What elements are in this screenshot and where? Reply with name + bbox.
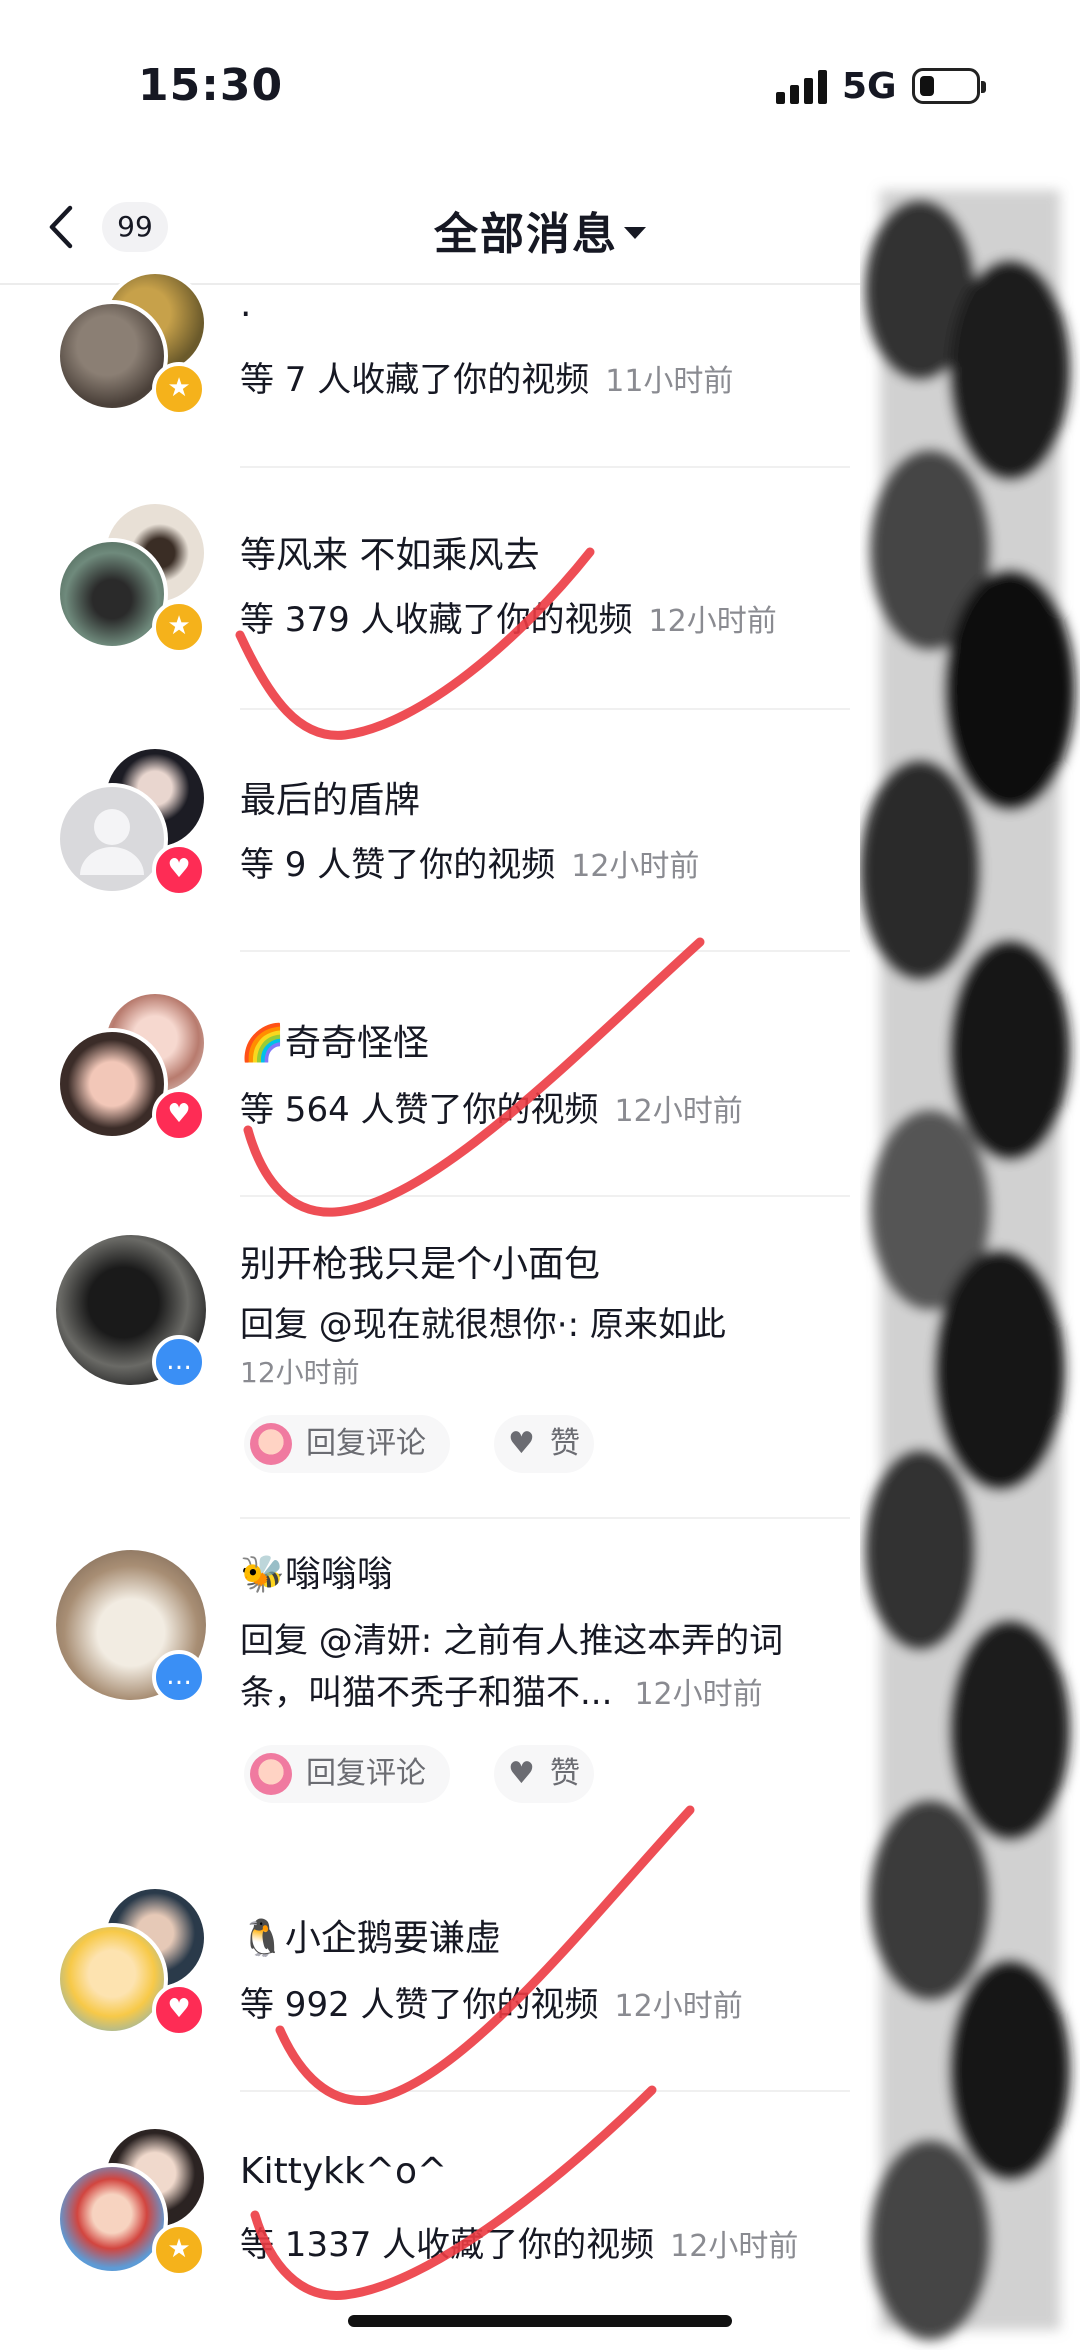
notification-item[interactable]: ★ · 等 7 人收藏了你的视频 11小时前 [0,270,870,470]
sender-name: Kittykk^o^ [240,2151,448,2192]
notification-time: 12小时前 [648,604,777,639]
divider [240,466,850,468]
like-button[interactable]: ♥ 赞 [494,1745,594,1803]
sender-name: 等风来 不如乘风去 [240,535,540,576]
avatar [250,1423,292,1465]
notification-text: 等 379 人收藏了你的视频 12小时前 [240,600,777,640]
sender-name: · [240,294,252,335]
bee-icon: 🐝 [240,1554,285,1595]
notification-text: 条，叫猫不秃子和猫不... 12小时前 [240,1673,763,1713]
signal-icon [776,70,828,104]
divider [240,708,850,710]
notification-time: 12小时前 [240,1356,360,1389]
home-indicator [348,2315,732,2327]
avatar[interactable]: … [56,1550,206,1704]
status-time: 15:30 [138,60,284,111]
divider [240,950,850,952]
reply-comment-button[interactable]: 回复评论 [244,1415,450,1473]
page-title: 全部消息 [434,209,618,260]
page-title-dropdown[interactable]: 全部消息 [434,198,646,262]
heart-icon: ♥ [508,1756,535,1791]
star-icon: ★ [152,2223,206,2277]
heart-icon: ♥ [152,1983,206,2037]
notification-item[interactable]: ♥ 🌈奇奇怪怪 等 564 人赞了你的视频 12小时前 [0,990,870,1197]
status-bar: 15:30 5G [0,0,1080,170]
notification-text: 回复 @现在就很想你·: 原来如此 [240,1305,726,1345]
redaction-scribble [860,190,1075,2340]
notification-item[interactable]: … 别开枪我只是个小面包 回复 @现在就很想你·: 原来如此 12小时前 回复评… [0,1235,870,1519]
avatar[interactable]: ★ [56,270,208,430]
notification-time: 12小时前 [634,1677,763,1712]
rainbow-icon: 🌈 [240,1023,285,1064]
avatar [250,1753,292,1795]
notification-text: 等 1337 人收藏了你的视频 12小时前 [240,2225,799,2265]
sender-name: 最后的盾牌 [240,780,421,821]
notification-text: 等 564 人赞了你的视频 12小时前 [240,1090,743,1130]
notification-time: 12小时前 [670,2229,799,2264]
caret-down-icon [624,227,646,239]
notification-time: 12小时前 [571,849,700,884]
sender-name: 🌈奇奇怪怪 [240,1023,429,1064]
sender-name: 🐧小企鹅要谦虚 [240,1918,501,1959]
avatar[interactable]: ★ [56,500,208,654]
divider [240,1517,850,1519]
sender-name: 🐝嗡嗡嗡 [240,1554,393,1595]
like-button[interactable]: ♥ 赞 [494,1415,594,1473]
reply-comment-button[interactable]: 回复评论 [244,1745,450,1803]
notification-time: 11小时前 [605,364,734,399]
battery-icon [912,68,986,104]
network-label: 5G [842,66,897,107]
notification-item[interactable]: ★ 等风来 不如乘风去 等 379 人收藏了你的视频 12小时前 [0,500,870,710]
sender-name: 别开枪我只是个小面包 [240,1244,601,1285]
heart-icon: ♥ [152,843,206,897]
notification-item[interactable]: ♥ 最后的盾牌 等 9 人赞了你的视频 12小时前 [0,745,870,952]
avatar[interactable]: ★ [56,2125,208,2277]
penguin-icon: 🐧 [240,1918,285,1959]
comment-icon: … [152,1650,206,1704]
star-icon: ★ [152,600,206,654]
comment-icon: … [152,1335,206,1389]
notification-item[interactable]: ♥ 🐧小企鹅要谦虚 等 992 人赞了你的视频 12小时前 [0,1885,870,2092]
notification-text: 等 992 人赞了你的视频 12小时前 [240,1985,743,2025]
notification-item[interactable]: … 🐝嗡嗡嗡 回复 @清妍: 之前有人推这本弄的词 条，叫猫不秃子和猫不... 1… [0,1545,870,1845]
notification-text: 回复 @清妍: 之前有人推这本弄的词 [240,1621,784,1661]
divider [240,2090,850,2092]
avatar[interactable]: ♥ [56,990,208,1142]
notification-time: 12小时前 [614,1094,743,1129]
notification-item[interactable]: ★ Kittykk^o^ 等 1337 人收藏了你的视频 12小时前 [0,2125,870,2325]
notification-time: 12小时前 [614,1989,743,2024]
heart-icon: ♥ [152,1088,206,1142]
avatar[interactable]: ♥ [56,1885,208,2037]
notification-text: 等 9 人赞了你的视频 12小时前 [240,845,700,885]
avatar[interactable]: … [56,1235,206,1389]
avatar[interactable]: ♥ [56,745,208,897]
notification-text: 等 7 人收藏了你的视频 11小时前 [240,360,734,400]
divider [240,1195,850,1197]
star-icon: ★ [152,362,206,416]
heart-icon: ♥ [508,1426,535,1461]
